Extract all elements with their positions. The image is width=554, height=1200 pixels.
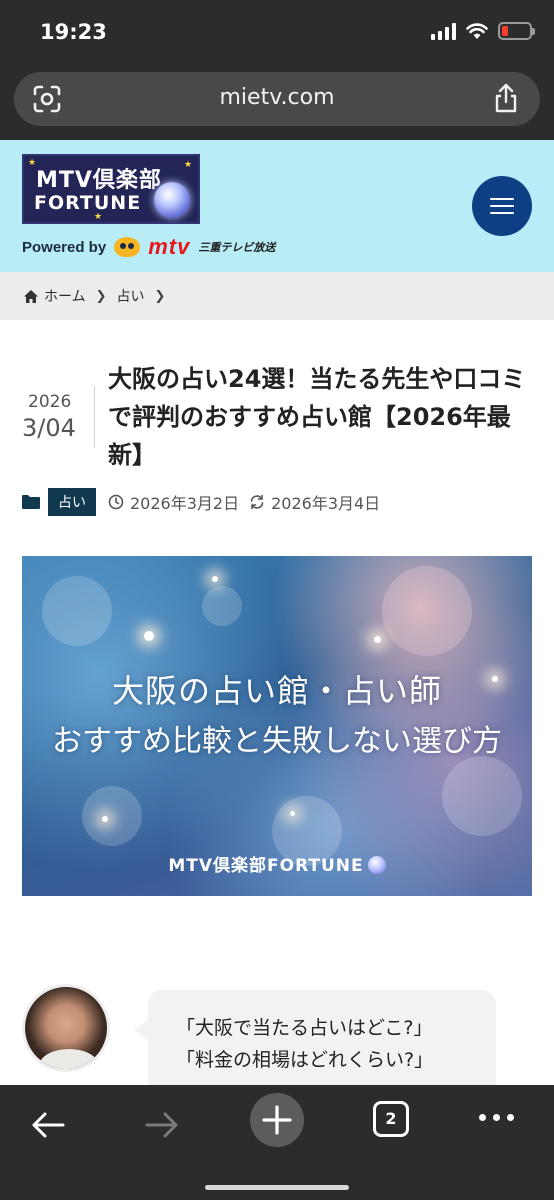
star-icon: ★ (28, 158, 37, 168)
status-icons (431, 22, 535, 40)
folder-icon (22, 495, 40, 509)
home-icon (24, 289, 38, 303)
updated-date: 2026年3月4日 (249, 490, 380, 514)
status-bar: 19:23 (0, 0, 554, 70)
crystal-ball-icon (367, 856, 386, 874)
hero-brand: MTV倶楽部FORTUNE (22, 851, 532, 876)
speech-line: 「料金の相場はどれくらい?」 (176, 1049, 434, 1071)
updated-date-text: 2026年3月4日 (271, 494, 381, 513)
more-options-button[interactable] (479, 1114, 514, 1121)
post-date-month-day: 3/04 (22, 414, 76, 442)
published-date-text: 2026年3月2日 (130, 494, 240, 513)
hamburger-menu-button[interactable] (472, 176, 532, 236)
breadcrumb-category-link[interactable]: 占い (117, 286, 145, 306)
clock-icon (108, 494, 124, 510)
chevron-right-icon: ❯ (154, 288, 166, 304)
browser-address-area: mietv.com (0, 70, 554, 140)
site-logo[interactable]: ★ ★ ★ MTV倶楽部 FORTUNE (22, 154, 200, 224)
hero-brand-text: MTV倶楽部FORTUNE (168, 856, 364, 876)
speech-bubble: 「大阪で当たる占いはどこ?」 「料金の相場はどれくらい?」 (134, 990, 496, 1085)
post-date-year: 2026 (28, 392, 72, 412)
home-indicator (205, 1185, 349, 1190)
logo-title: MTV倶楽部 (36, 168, 162, 193)
breadcrumb-home-link[interactable]: ホーム (44, 286, 86, 306)
date-divider (94, 386, 95, 448)
battery-icon (498, 22, 535, 40)
new-tab-button[interactable] (250, 1093, 304, 1147)
article-content: 2026 3/04 大阪の占い24選！当たる先生や口コミで評判のおすすめ占い館【… (0, 320, 554, 1085)
tab-switcher-button[interactable]: 2 (373, 1101, 409, 1137)
avatar (22, 984, 110, 1072)
address-bar[interactable]: mietv.com (14, 72, 540, 126)
category-badge[interactable]: 占い (48, 488, 96, 516)
mtv-brand-logo: mtv (148, 234, 191, 259)
url-text: mietv.com (219, 85, 335, 110)
wifi-icon (466, 23, 488, 39)
arrow-right-icon (145, 1112, 178, 1138)
hero-title: 大阪の占い館・占い師 (111, 672, 442, 710)
logo-subtitle: FORTUNE (34, 192, 142, 214)
chevron-right-icon: ❯ (95, 288, 107, 304)
share-icon[interactable] (492, 82, 520, 114)
forward-button[interactable] (142, 1103, 182, 1147)
browser-toolbar: 2 (0, 1085, 554, 1200)
status-time: 19:23 (40, 20, 107, 44)
article-title: 大阪の占い24選！当たる先生や口コミで評判のおすすめ占い館【2026年最新】 (108, 365, 526, 469)
mascot-icon (114, 237, 141, 257)
arrow-left-icon (32, 1112, 65, 1138)
cellular-signal-icon (431, 22, 456, 40)
powered-by-label: Powered by (22, 238, 107, 256)
speech-line: 「大阪で当たる占いはどこ?」 (176, 1017, 433, 1039)
mtv-brand-subtitle: 三重テレビ放送 (198, 241, 276, 254)
site-header: ★ ★ ★ MTV倶楽部 FORTUNE Powered by mtv 三重テレ… (0, 140, 554, 272)
crystal-ball-icon (154, 182, 190, 218)
plus-icon (262, 1105, 292, 1135)
hero-subtitle: おすすめ比較と失敗しない選び方 (52, 724, 502, 759)
powered-by: Powered by mtv 三重テレビ放送 (22, 234, 275, 260)
refresh-icon (250, 494, 264, 510)
article-meta: 占い 2026年3月2日 2026年3月4日 (22, 488, 390, 516)
published-date: 2026年3月2日 (108, 490, 239, 514)
breadcrumb: ホーム ❯ 占い ❯ (0, 272, 554, 320)
star-icon: ★ (184, 160, 193, 170)
hero-image: 大阪の占い館・占い師 おすすめ比較と失敗しない選び方 MTV倶楽部FORTUNE (22, 556, 532, 896)
back-button[interactable] (28, 1103, 68, 1147)
